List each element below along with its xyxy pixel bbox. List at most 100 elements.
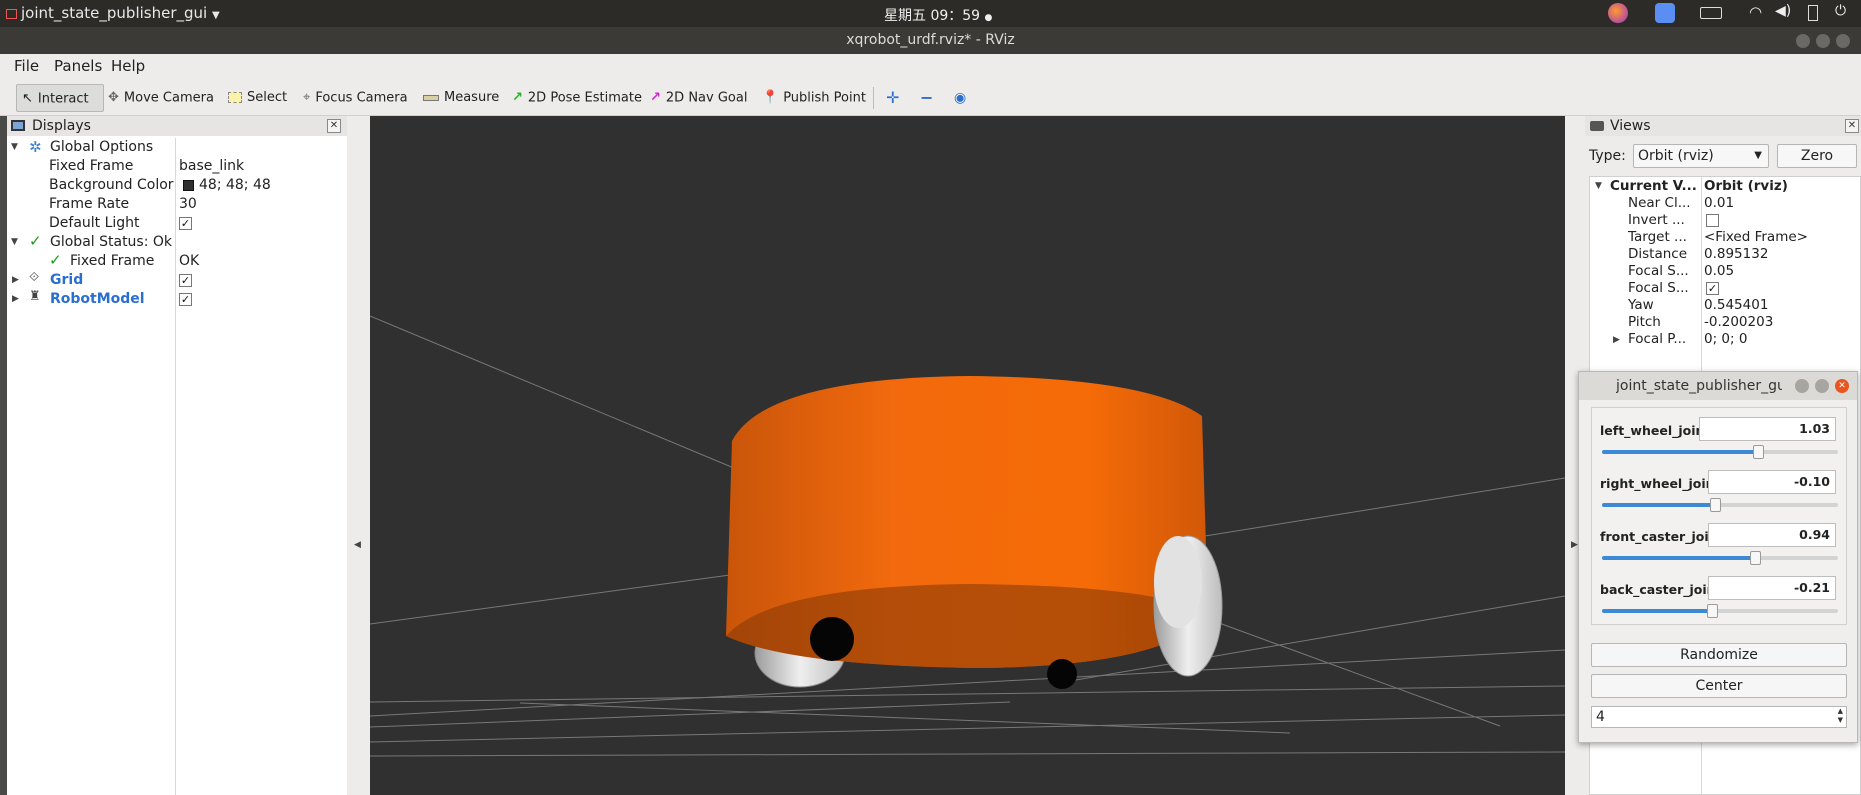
wifi-icon[interactable]: ◠ <box>1749 3 1762 23</box>
joint-slider[interactable] <box>1602 551 1838 565</box>
grid-checkbox[interactable]: ✓ <box>179 274 192 287</box>
displays-panel: Displays ✕ ▼ ✲ Global Options Fixed Fram… <box>7 116 347 795</box>
collapse-right-icon[interactable]: ▶ <box>1571 540 1578 550</box>
green-arrow-icon: ↗ <box>512 90 523 105</box>
prop-label: Target ... <box>1628 229 1687 245</box>
frame-rate-label: Frame Rate <box>49 196 130 212</box>
joint-slider[interactable] <box>1602 604 1838 618</box>
maximize-icon[interactable] <box>1816 34 1830 48</box>
grid-display-row[interactable]: Grid <box>50 271 83 290</box>
interact-button[interactable]: ↖ Interact <box>16 84 104 112</box>
spin-arrows-icon[interactable]: ▲ ▼ <box>1838 707 1843 725</box>
prop-value[interactable]: -0.200203 <box>1704 314 1773 331</box>
firefox-icon[interactable] <box>1608 3 1628 23</box>
prop-value[interactable]: 0.545401 <box>1704 297 1768 314</box>
battery-icon[interactable] <box>1808 5 1818 21</box>
remove-tool-icon[interactable]: − <box>920 87 933 109</box>
global-options-row[interactable]: Global Options <box>50 138 153 157</box>
grid-icon: ⟐ <box>29 270 40 285</box>
joint-label: right_wheel_joint <box>1600 476 1721 491</box>
pose-estimate-button[interactable]: ↗ 2D Pose Estimate <box>512 87 642 109</box>
collapse-left-icon[interactable]: ◀ <box>354 540 361 550</box>
spin-value: 4 <box>1596 709 1605 725</box>
collapse-arrow-icon[interactable]: ▶ <box>1613 335 1620 345</box>
joint-slider[interactable] <box>1602 445 1838 459</box>
menu-file[interactable]: File <box>14 57 39 75</box>
global-status-row[interactable]: Global Status: Ok <box>50 233 172 252</box>
magenta-arrow-icon: ↗ <box>650 90 661 105</box>
view-type-select[interactable]: Orbit (rviz) ▼ <box>1633 144 1769 168</box>
views-close-icon[interactable]: ✕ <box>1845 119 1859 133</box>
select-button[interactable]: Select <box>228 87 287 109</box>
fixed-frame-value[interactable]: base_link <box>179 157 244 176</box>
focus-camera-label: Focus Camera <box>315 90 408 106</box>
menu-help[interactable]: Help <box>111 57 145 75</box>
publish-point-button[interactable]: 📍 Publish Point <box>762 87 866 109</box>
expand-arrow-icon[interactable]: ▼ <box>11 237 18 247</box>
expand-arrow-icon[interactable]: ▼ <box>1595 181 1602 191</box>
prop-value[interactable]: 0.895132 <box>1704 246 1768 263</box>
minimize-icon[interactable] <box>1796 34 1810 48</box>
camera-icon <box>1590 121 1604 131</box>
expand-arrow-icon[interactable]: ▼ <box>11 142 18 152</box>
measure-label: Measure <box>444 90 500 105</box>
minimize-icon[interactable] <box>1795 379 1809 393</box>
joint-value-field[interactable]: 0.94 <box>1708 523 1836 547</box>
joint-value-field[interactable]: -0.10 <box>1708 470 1836 494</box>
joint-label: back_caster_joint <box>1600 582 1722 597</box>
prop-value[interactable]: 0.05 <box>1704 263 1734 280</box>
toolbar-separator <box>873 87 874 109</box>
zero-button[interactable]: Zero <box>1777 144 1857 168</box>
menubar: File Panels Help <box>0 54 1861 79</box>
close-icon[interactable]: ✕ <box>1835 379 1849 393</box>
bg-color-value[interactable]: 48; 48; 48 <box>199 176 271 195</box>
volume-icon[interactable]: ◀) <box>1775 3 1791 23</box>
robot-icon: ♜ <box>29 289 41 304</box>
fixed-frame-label: Fixed Frame <box>49 158 134 174</box>
collapse-arrow-icon[interactable]: ▶ <box>12 294 19 304</box>
collapse-arrow-icon[interactable]: ▶ <box>12 275 19 285</box>
prop-value[interactable]: <Fixed Frame> <box>1704 229 1808 246</box>
window-titlebar[interactable]: xqrobot_urdf.rviz* - RViz <box>0 27 1861 54</box>
spin-box[interactable]: 4 ▲ ▼ <box>1591 706 1847 728</box>
move-camera-button[interactable]: ✥ Move Camera <box>108 87 214 109</box>
robot-model-checkbox[interactable]: ✓ <box>179 293 192 306</box>
bg-color-swatch[interactable] <box>183 180 194 191</box>
left-splitter[interactable]: ◀ <box>347 116 370 795</box>
slider-handle[interactable] <box>1710 498 1721 512</box>
maximize-icon[interactable] <box>1815 379 1829 393</box>
joint-value-field[interactable]: -0.21 <box>1708 576 1836 600</box>
render-viewport[interactable] <box>370 116 1565 795</box>
prop-value[interactable]: 0; 0; 0 <box>1704 331 1747 348</box>
add-tool-icon[interactable]: ✛ <box>886 87 899 109</box>
tool-properties-icon[interactable]: ◉ <box>954 87 966 109</box>
joint-value-field[interactable]: 1.03 <box>1699 417 1836 441</box>
robot-model-row[interactable]: RobotModel <box>50 290 145 309</box>
ok-check-icon: ✓ <box>49 251 62 269</box>
current-view-label[interactable]: Current V... <box>1610 178 1697 195</box>
randomize-button[interactable]: Randomize <box>1591 643 1847 667</box>
clock[interactable]: 星期五 09：59 ● <box>884 5 992 25</box>
focus-camera-button[interactable]: ⌖ Focus Camera <box>303 87 408 109</box>
joint-slider[interactable] <box>1602 498 1838 512</box>
slider-handle[interactable] <box>1753 445 1764 459</box>
nav-goal-button[interactable]: ↗ 2D Nav Goal <box>650 87 747 109</box>
frame-rate-value[interactable]: 30 <box>179 195 197 214</box>
invert-checkbox[interactable] <box>1706 214 1719 227</box>
displays-close-icon[interactable]: ✕ <box>327 119 341 133</box>
pen-icon[interactable] <box>1655 3 1675 23</box>
slider-handle[interactable] <box>1750 551 1761 565</box>
power-icon[interactable]: ⏻ <box>1835 3 1846 23</box>
right-wheel-face <box>1154 536 1202 628</box>
center-button[interactable]: Center <box>1591 674 1847 698</box>
prop-value[interactable]: 0.01 <box>1704 195 1734 212</box>
measure-button[interactable]: Measure <box>423 87 499 109</box>
focal-checkbox[interactable]: ✓ <box>1706 282 1719 295</box>
close-window-icon[interactable] <box>1836 34 1850 48</box>
default-light-checkbox[interactable]: ✓ <box>179 217 192 230</box>
menu-panels[interactable]: Panels <box>54 57 102 75</box>
joint-gui-titlebar[interactable]: joint_state_publisher_gui ✕ <box>1579 372 1857 400</box>
slider-handle[interactable] <box>1707 604 1718 618</box>
keyboard-icon[interactable] <box>1700 7 1722 19</box>
app-menu[interactable]: joint_state_publisher_gui ▼ <box>6 4 220 22</box>
